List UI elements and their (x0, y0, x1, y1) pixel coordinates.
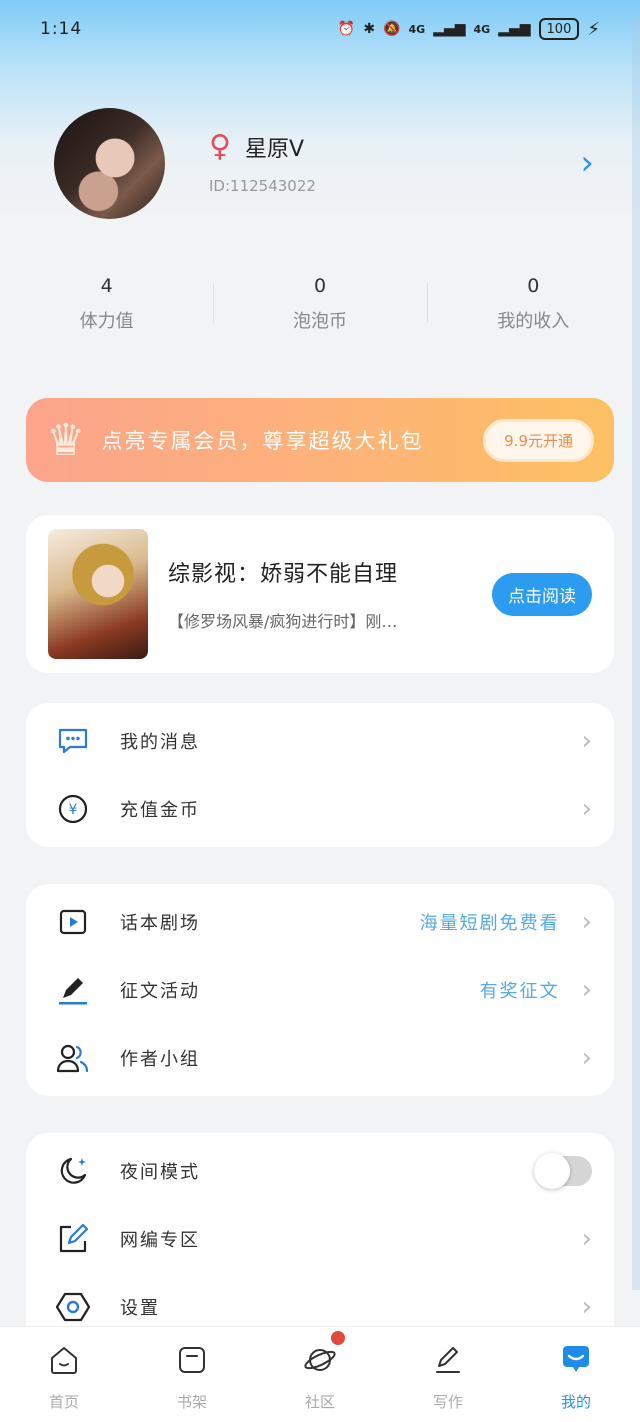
menu-item-recharge[interactable]: ¥ 充值金币 › (26, 775, 614, 843)
menu-label: 征文活动 (120, 981, 200, 1002)
nav-community[interactable]: 社区 (256, 1327, 384, 1422)
chevron-right-icon: › (581, 1224, 592, 1254)
notification-badge (331, 1331, 345, 1345)
book-description: 【修罗场风暴/疯狗进行时】刚… (168, 612, 398, 631)
stat-value: 0 (313, 275, 327, 297)
write-icon (431, 1343, 465, 1377)
menu-label: 网编专区 (120, 1230, 200, 1251)
menu-label: 充值金币 (120, 800, 200, 821)
menu-group-creation: 话本剧场 海量短剧免费看 › 征文活动 有奖征文 › 作者小组 › (26, 884, 614, 1096)
user-stats: 4 体力值 0 泡泡币 0 我的收入 (0, 275, 640, 345)
settings-icon (56, 1290, 90, 1324)
network-label-1: 4G (408, 22, 426, 36)
menu-group-account: 我的消息 › ¥ 充值金币 › (26, 703, 614, 847)
nav-label: 首页 (48, 1393, 79, 1411)
stat-value: 0 (527, 275, 540, 297)
name-row: ♀ 星原V (209, 131, 316, 163)
status-icons: ⏰ ✱ 🔕 4G ▂▄▆ 4G ▂▄▆ 100 ⚡ (338, 18, 600, 40)
profile-info: ♀ 星原V ID:112543022 (209, 131, 316, 196)
coin-icon: ¥ (56, 792, 90, 826)
bookshelf-icon (175, 1343, 209, 1377)
menu-item-writing-contest[interactable]: 征文活动 有奖征文 › (26, 956, 614, 1024)
nav-bookshelf[interactable]: 书架 (128, 1327, 256, 1422)
username: 星原V (244, 137, 305, 162)
chevron-right-icon: › (581, 726, 592, 756)
stat-label: 泡泡币 (292, 311, 347, 332)
book-title: 综影视：娇弱不能自理 (168, 562, 399, 587)
toggle-knob (534, 1153, 570, 1189)
menu-item-night-mode[interactable]: 夜间模式 (26, 1137, 614, 1205)
pen-icon (56, 973, 90, 1007)
nav-write[interactable]: 写作 (384, 1327, 512, 1422)
chevron-right-icon: › (581, 794, 592, 824)
message-icon (56, 724, 90, 758)
menu-item-drama-theater[interactable]: 话本剧场 海量短剧免费看 › (26, 888, 614, 956)
nav-label: 书架 (176, 1393, 207, 1411)
nav-label: 写作 (432, 1393, 463, 1411)
menu-item-messages[interactable]: 我的消息 › (26, 707, 614, 775)
vip-banner[interactable]: ♛ 点亮专属会员，尊享超级大礼包 9.9元开通 (26, 398, 614, 482)
mute-icon: 🔕 (383, 21, 401, 37)
stat-bubble-coins[interactable]: 0 泡泡币 (213, 275, 426, 345)
night-mode-toggle[interactable] (534, 1153, 592, 1189)
recent-book-card[interactable]: 综影视：娇弱不能自理 【修罗场风暴/疯狗进行时】刚… 点击阅读 (26, 515, 614, 673)
status-time: 1:14 (40, 19, 83, 39)
stat-label: 体力值 (79, 311, 134, 332)
signal-icon-2: ▂▄▆ (498, 21, 531, 37)
read-button[interactable]: 点击阅读 (492, 572, 592, 616)
bluetooth-icon: ✱ (363, 21, 376, 37)
bottom-navigation: 首页 书架 社区 写作 我的 (0, 1326, 640, 1422)
stat-label: 我的收入 (497, 311, 570, 332)
vip-activate-button[interactable]: 9.9元开通 (483, 418, 594, 462)
chevron-right-icon: › (581, 907, 592, 937)
avatar[interactable] (54, 107, 165, 219)
menu-label: 我的消息 (120, 732, 200, 753)
stat-value: 4 (100, 275, 113, 297)
menu-label: 话本剧场 (120, 913, 200, 934)
chevron-right-icon[interactable]: › (580, 143, 594, 183)
female-gender-icon: ♀ (209, 129, 231, 164)
menu-extra-text: 有奖征文 (479, 981, 560, 1002)
alarm-icon: ⏰ (337, 21, 356, 37)
menu-label: 设置 (120, 1298, 160, 1319)
menu-item-editor-zone[interactable]: 网编专区 › (26, 1205, 614, 1273)
chevron-right-icon: › (581, 1292, 592, 1322)
moon-icon (56, 1154, 90, 1188)
profile-header[interactable]: ♀ 星原V ID:112543022 › (54, 107, 594, 219)
book-cover[interactable] (48, 529, 148, 659)
nav-home[interactable]: 首页 (0, 1327, 128, 1422)
home-icon (47, 1343, 81, 1377)
network-label-2: 4G (473, 22, 491, 36)
edit-icon (56, 1222, 90, 1256)
profile-chat-icon (559, 1343, 593, 1377)
menu-extra-text: 海量短剧免费看 (419, 913, 560, 934)
group-icon (56, 1041, 90, 1075)
battery-level: 100 (546, 21, 572, 37)
stat-stamina[interactable]: 4 体力值 (0, 275, 213, 345)
play-icon (56, 905, 90, 939)
planet-icon (303, 1343, 337, 1377)
stat-income[interactable]: 0 我的收入 (426, 275, 640, 345)
signal-icon: ▂▄▆ (433, 21, 466, 37)
chevron-right-icon: › (581, 975, 592, 1005)
svg-text:¥: ¥ (69, 802, 78, 818)
charging-icon: ⚡ (587, 18, 600, 40)
crown-icon: ♛ (46, 414, 86, 466)
status-bar: 1:14 ⏰ ✱ 🔕 4G ▂▄▆ 4G ▂▄▆ 100 ⚡ (0, 0, 640, 58)
chevron-right-icon: › (581, 1043, 592, 1073)
menu-label: 夜间模式 (120, 1162, 200, 1183)
vip-banner-text: 点亮专属会员，尊享超级大礼包 (101, 429, 424, 453)
scrollbar[interactable] (632, 20, 640, 1290)
battery-icon: 100 (538, 18, 580, 40)
book-info: 综影视：娇弱不能自理 【修罗场风暴/疯狗进行时】刚… (168, 556, 492, 632)
user-id: ID:112543022 (209, 177, 316, 195)
nav-profile[interactable]: 我的 (512, 1327, 640, 1422)
nav-label: 社区 (304, 1393, 335, 1411)
menu-label: 作者小组 (120, 1049, 200, 1070)
nav-label: 我的 (560, 1393, 591, 1411)
menu-item-author-group[interactable]: 作者小组 › (26, 1024, 614, 1092)
